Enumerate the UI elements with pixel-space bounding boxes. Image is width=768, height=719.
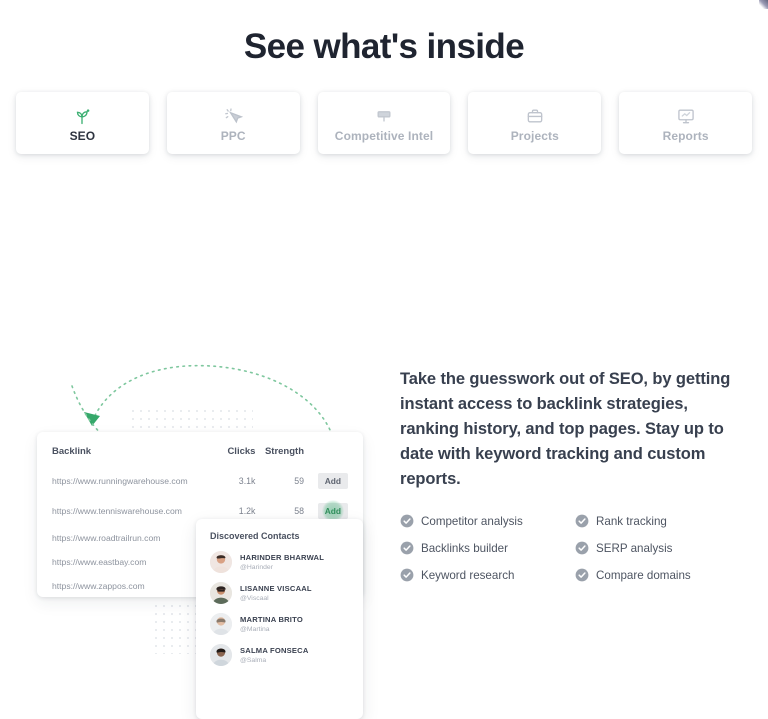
tab-label: PPC xyxy=(220,128,246,143)
cell-action: Add xyxy=(304,466,348,496)
feature-item: Keyword research xyxy=(400,568,575,582)
tab-seo[interactable]: SEO xyxy=(16,92,149,154)
discovered-contacts-card: Discovered Contacts HARINDER BHARWAL @Ha… xyxy=(196,519,363,719)
tab-label: Projects xyxy=(510,128,559,143)
table-header-row: Backlink Clicks Strength xyxy=(52,442,348,466)
check-circle-icon xyxy=(400,568,414,582)
contact-name: LISANNE VISCAAL xyxy=(240,583,312,593)
contact-text: HARINDER BHARWAL @Harinder xyxy=(240,553,324,572)
tab-label: SEO xyxy=(69,128,96,143)
tab-label: Competitive Intel xyxy=(334,128,434,143)
tab-bar: SEO PPC Competitive Intel Projects Repor… xyxy=(0,68,768,154)
contact-text: SALMA FONSECA @Salma xyxy=(240,646,309,665)
tab-projects[interactable]: Projects xyxy=(468,92,602,154)
feature-item: Rank tracking xyxy=(575,514,740,528)
feature-label: Keyword research xyxy=(421,568,515,582)
tab-reports[interactable]: Reports xyxy=(619,92,752,154)
sprout-icon xyxy=(72,104,92,126)
contact-list-item-highlighted[interactable]: MARTINA BRITO @Martina xyxy=(210,613,349,635)
feature-label: Competitor analysis xyxy=(421,514,523,528)
avatar xyxy=(210,644,232,666)
column-header-strength: Strength xyxy=(264,446,304,457)
cell-backlink: https://www.runningwarehouse.com xyxy=(52,476,188,486)
add-button-clicked[interactable]: Add xyxy=(317,500,348,522)
contact-handle: @Harinder xyxy=(240,563,273,571)
feature-item: Backlinks builder xyxy=(400,541,575,555)
tab-competitive-intel[interactable]: Competitive Intel xyxy=(317,92,451,154)
feature-label: SERP analysis xyxy=(596,541,673,555)
feature-label: Compare domains xyxy=(596,568,691,582)
page-title: See what's inside xyxy=(243,27,525,66)
contact-handle: @Viscaal xyxy=(240,594,269,602)
contact-list-item[interactable]: HARINDER BHARWAL @Harinder xyxy=(210,551,349,573)
cell-backlink: https://www.tenniswarehouse.com xyxy=(52,506,182,516)
tab-label: Reports xyxy=(662,128,709,143)
add-button[interactable]: Add xyxy=(317,473,348,489)
monitor-chart-icon xyxy=(676,104,696,126)
contact-handle: @Salma xyxy=(240,656,267,664)
feature-item: SERP analysis xyxy=(575,541,740,555)
contact-text: MARTINA BRITO @Martina xyxy=(240,615,303,634)
contact-name: MARTINA BRITO xyxy=(240,614,303,624)
tab-ppc[interactable]: PPC xyxy=(166,92,300,154)
contacts-panel-title: Discovered Contacts xyxy=(210,531,300,541)
main-content: Backlink Clicks Strength https://www.run… xyxy=(0,154,768,719)
check-circle-icon xyxy=(575,541,589,555)
contact-name: SALMA FONSECA xyxy=(240,645,309,655)
avatar xyxy=(210,551,232,573)
contact-handle: @Martina xyxy=(240,625,270,633)
check-circle-icon xyxy=(575,568,589,582)
contact-text: LISANNE VISCAAL @Viscaal xyxy=(240,584,312,603)
promo-column: Take the guesswork out of SEO, by gettin… xyxy=(400,367,740,582)
flag-icon xyxy=(374,104,394,126)
column-header-action xyxy=(304,442,348,466)
contact-name: HARINDER BHARWAL xyxy=(240,552,325,562)
avatar xyxy=(210,613,232,635)
cell-strength: 59 xyxy=(294,476,304,486)
check-circle-icon xyxy=(400,541,414,555)
promo-lead-text: Take the guesswork out of SEO, by gettin… xyxy=(400,370,731,488)
table-row[interactable]: https://www.runningwarehouse.com 3.1k 59… xyxy=(52,466,348,496)
feature-item: Compare domains xyxy=(575,568,740,582)
avatar xyxy=(210,582,232,604)
check-circle-icon xyxy=(400,514,414,528)
feature-item: Competitor analysis xyxy=(400,514,575,528)
cell-clicks: 3.1k xyxy=(238,476,256,486)
briefcase-icon xyxy=(525,104,545,126)
column-header-backlink: Backlink xyxy=(52,446,92,457)
feature-label: Rank tracking xyxy=(596,514,667,528)
contact-list-item[interactable]: SALMA FONSECA @Salma xyxy=(210,644,349,666)
column-header-clicks: Clicks xyxy=(227,446,256,457)
cursor-click-icon xyxy=(223,104,244,126)
check-circle-icon xyxy=(575,514,589,528)
contact-list-item[interactable]: LISANNE VISCAAL @Viscaal xyxy=(210,582,349,604)
feature-label: Backlinks builder xyxy=(421,541,508,555)
feature-list: Competitor analysis Rank tracking Backli… xyxy=(400,514,740,582)
